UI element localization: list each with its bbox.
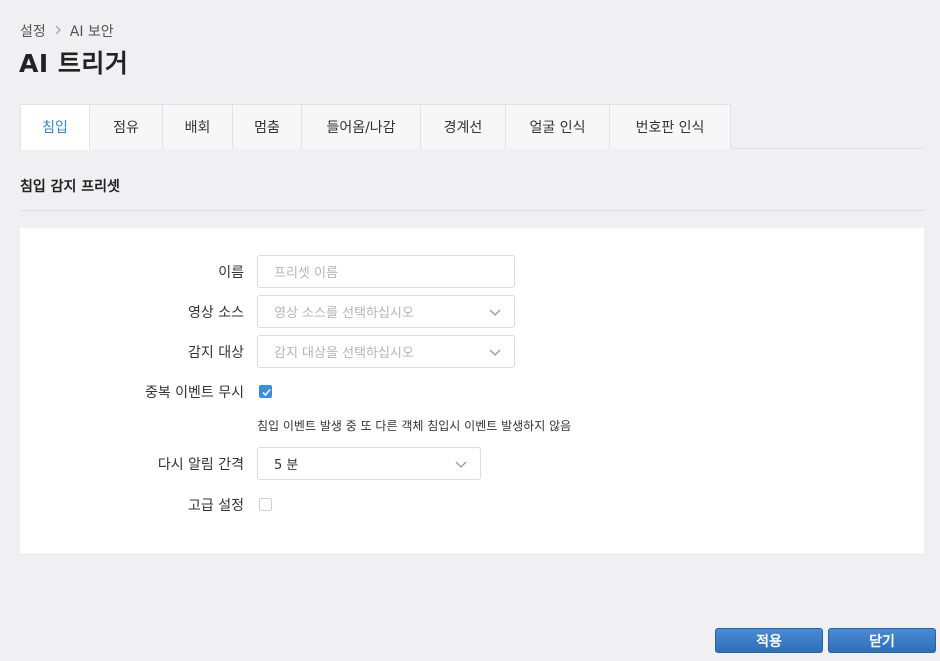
tab-stopped[interactable]: 멈춤 xyxy=(232,104,301,149)
ignore-duplicate-checkbox[interactable] xyxy=(259,385,272,398)
detection-target-placeholder: 감지 대상을 선택하십시오 xyxy=(274,346,414,361)
apply-button[interactable]: 적용 xyxy=(715,628,823,653)
realert-interval-select[interactable]: 5 분 xyxy=(257,447,481,480)
tab-occupancy[interactable]: 점유 xyxy=(89,104,162,149)
trigger-tabs: 침입 점유 배회 멈춤 들어옴/나감 경계선 얼굴 인식 번호판 인식 xyxy=(20,104,925,150)
breadcrumb: 설정 AI 보안 xyxy=(20,21,114,41)
chevron-right-icon xyxy=(54,24,62,39)
section-divider xyxy=(20,210,925,211)
detection-target-label: 감지 대상 xyxy=(188,345,244,361)
video-source-select[interactable]: 영상 소스를 선택하십시오 xyxy=(257,295,515,328)
advanced-settings-checkbox[interactable] xyxy=(259,498,272,511)
section-title: 침입 감지 프리셋 xyxy=(20,179,120,195)
ignore-duplicate-label: 중복 이벤트 무시 xyxy=(144,385,244,401)
advanced-settings-label: 고급 설정 xyxy=(188,498,244,514)
chevron-down-icon xyxy=(455,461,467,468)
page-title: AI 트리거 xyxy=(19,49,129,78)
preset-name-input[interactable]: 프리셋 이름 xyxy=(257,255,515,288)
breadcrumb-current: AI 보안 xyxy=(69,24,114,40)
preset-form-panel: 이름 프리셋 이름 영상 소스 영상 소스를 선택하십시오 감지 대상 감지 대… xyxy=(20,228,924,553)
tab-loitering[interactable]: 배회 xyxy=(162,104,232,149)
tab-enter-exit[interactable]: 들어옴/나감 xyxy=(301,104,420,149)
chevron-down-icon xyxy=(489,309,501,316)
realert-interval-value: 5 분 xyxy=(274,458,299,473)
tab-face-recognition[interactable]: 얼굴 인식 xyxy=(505,104,609,149)
chevron-down-icon xyxy=(489,349,501,356)
tab-line-crossing[interactable]: 경계선 xyxy=(420,104,505,149)
video-source-placeholder: 영상 소스를 선택하십시오 xyxy=(274,306,414,321)
detection-target-select[interactable]: 감지 대상을 선택하십시오 xyxy=(257,335,515,368)
close-button[interactable]: 닫기 xyxy=(828,628,936,653)
name-label: 이름 xyxy=(218,265,244,281)
ignore-duplicate-hint: 침입 이벤트 발생 중 또 다른 객체 침입시 이벤트 발생하지 않음 xyxy=(257,419,572,433)
breadcrumb-parent[interactable]: 설정 xyxy=(20,21,46,41)
checkmark-icon xyxy=(262,388,271,397)
tab-intrusion[interactable]: 침입 xyxy=(20,104,89,150)
realert-interval-label: 다시 알림 간격 xyxy=(157,457,244,473)
video-source-label: 영상 소스 xyxy=(188,305,244,321)
tab-license-plate[interactable]: 번호판 인식 xyxy=(609,104,731,149)
